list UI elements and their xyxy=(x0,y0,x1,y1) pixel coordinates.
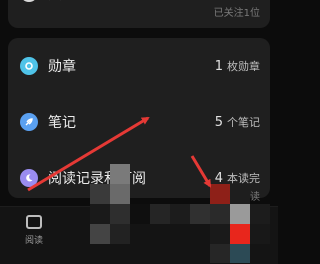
badge-label: 勋章 xyxy=(48,59,76,75)
notes-label: 笔记 xyxy=(48,115,76,131)
notes-row[interactable]: 笔记 5 个笔记 xyxy=(8,102,270,142)
follow-label: 关注 xyxy=(48,0,76,4)
badge-unit: 枚勋章 xyxy=(227,60,260,73)
badge-row[interactable]: 勋章 1 枚勋章 xyxy=(8,46,270,86)
tab-reader[interactable]: 阅读 xyxy=(14,215,54,246)
reader-icon xyxy=(26,215,42,229)
tab-reader-label: 阅读 xyxy=(24,236,43,246)
follow-icon xyxy=(20,0,38,2)
badge-value: 1 枚勋章 xyxy=(215,58,260,74)
notes-count: 5 xyxy=(214,115,223,130)
badge-icon xyxy=(20,57,38,75)
notes-unit: 个笔记 xyxy=(227,116,260,129)
follow-count: 已关注1位 xyxy=(213,8,260,19)
profile-stats-card: 勋章 1枚勋章 笔记 5个笔记 阅读记录和订阅 4本读完 12本在读 xyxy=(8,38,270,203)
badge-count: 1 xyxy=(214,59,223,74)
follow-card[interactable]: 关注 已关注1位 xyxy=(8,0,270,28)
moon-icon xyxy=(20,169,38,187)
feather-icon xyxy=(20,113,38,131)
notes-value: 5 个笔记 xyxy=(215,114,260,130)
